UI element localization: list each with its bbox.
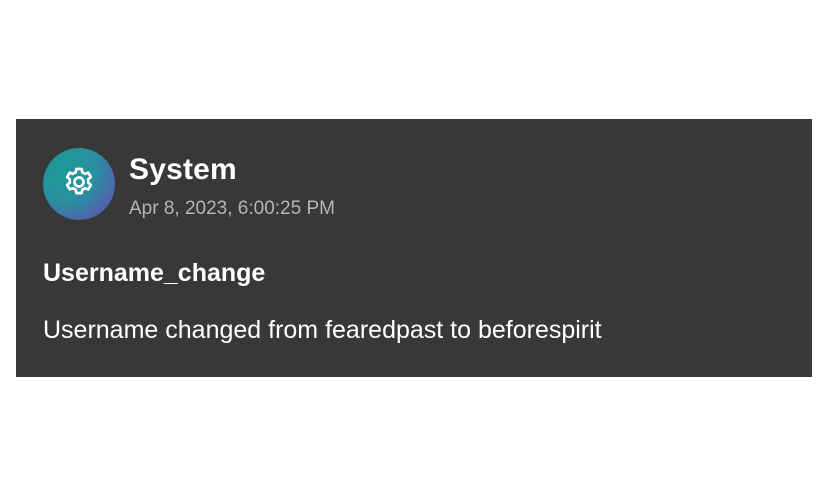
notification-timestamp: Apr 8, 2023, 6:00:25 PM bbox=[129, 198, 335, 219]
event-message: Username changed from fearedpast to befo… bbox=[43, 316, 602, 344]
gear-icon bbox=[61, 164, 97, 205]
sender-name: System bbox=[129, 153, 237, 186]
event-title: Username_change bbox=[43, 259, 266, 287]
system-avatar bbox=[43, 148, 115, 220]
notification-card: System Apr 8, 2023, 6:00:25 PM Username_… bbox=[16, 119, 812, 377]
